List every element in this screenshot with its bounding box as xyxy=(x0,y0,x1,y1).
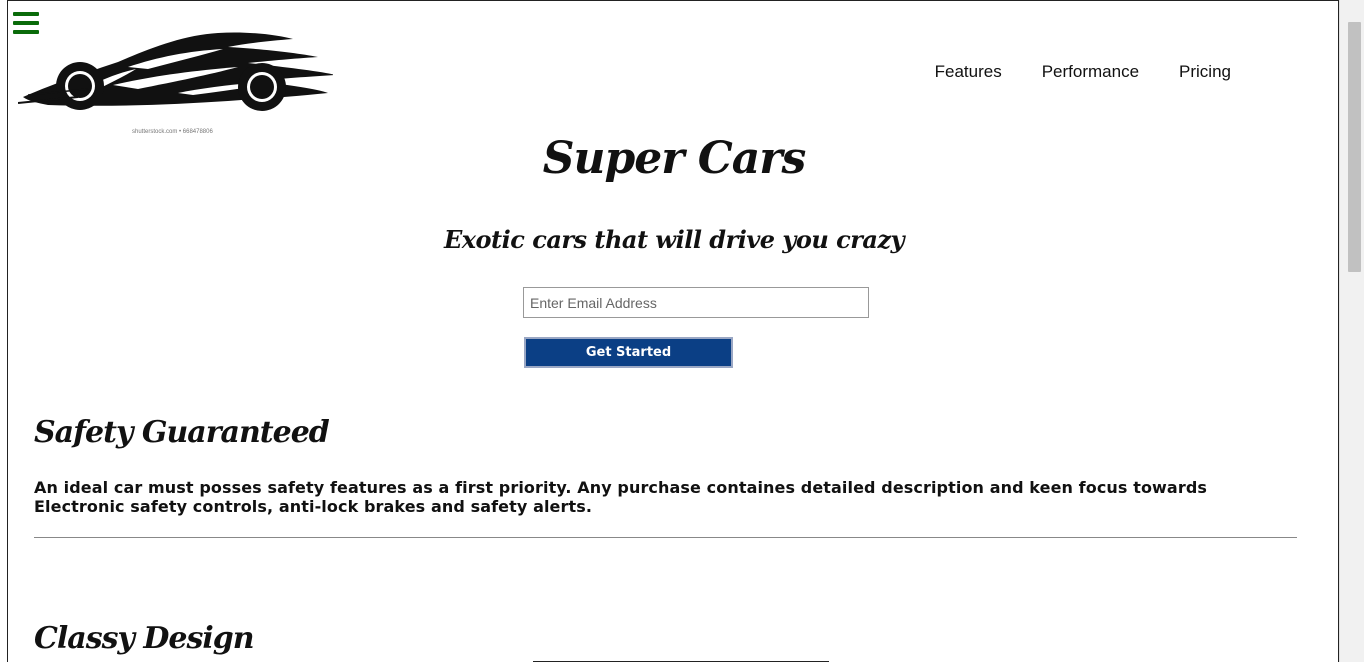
nav-performance[interactable]: Performance xyxy=(1042,62,1139,82)
top-nav: Features Performance Pricing xyxy=(935,62,1231,82)
section-body-safety: An ideal car must posses safety features… xyxy=(34,478,1207,516)
nav-pricing[interactable]: Pricing xyxy=(1179,62,1231,82)
vertical-scrollbar[interactable] xyxy=(1339,0,1364,662)
section-heading-safety: Safety Guaranteed xyxy=(34,415,330,450)
hero-title: Super Cars xyxy=(542,133,807,184)
hamburger-bar xyxy=(13,21,39,25)
hamburger-bar xyxy=(13,12,39,16)
section-divider xyxy=(34,537,1297,538)
page-frame: shutterstock.com • 668478806 Features Pe… xyxy=(7,0,1339,662)
section-heading-design: Classy Design xyxy=(34,621,255,656)
email-input[interactable] xyxy=(523,287,869,318)
hero-subtitle: Exotic cars that will drive you crazy xyxy=(443,225,905,254)
car-logo xyxy=(18,32,333,111)
nav-features[interactable]: Features xyxy=(935,62,1002,82)
get-started-button[interactable]: Get Started xyxy=(524,337,733,368)
scrollbar-thumb[interactable] xyxy=(1348,22,1361,272)
